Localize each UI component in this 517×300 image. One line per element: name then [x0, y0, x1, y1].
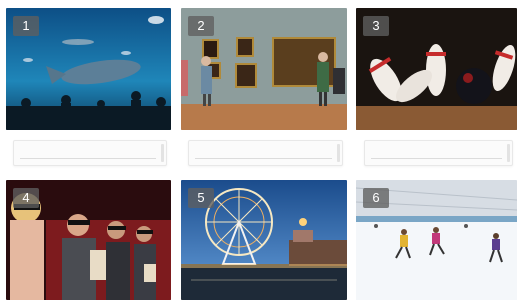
- answer-input-2[interactable]: [188, 140, 343, 166]
- picture-tile-6: 6: [356, 180, 517, 300]
- picture-tile-2: 2: [181, 8, 347, 130]
- answer-underline: [195, 158, 332, 159]
- answer-input-3[interactable]: [364, 140, 513, 166]
- tile-number-badge: 1: [13, 16, 39, 36]
- tile-number-badge: 5: [188, 188, 214, 208]
- picture-tile-4: 4: [6, 180, 171, 300]
- tile-number-badge: 3: [363, 16, 389, 36]
- tile-number-badge: 6: [363, 188, 389, 208]
- answer-end-cap: [507, 144, 510, 162]
- tile-number-badge: 2: [188, 16, 214, 36]
- picture-tile-3: 3: [356, 8, 517, 130]
- answer-underline: [371, 158, 502, 159]
- answer-end-cap: [161, 144, 164, 162]
- answer-underline: [20, 158, 156, 159]
- picture-tile-5: 5: [181, 180, 347, 300]
- answer-input-1[interactable]: [13, 140, 167, 166]
- answer-end-cap: [337, 144, 340, 162]
- picture-tile-1: 1: [6, 8, 171, 130]
- tile-number-badge: 4: [13, 188, 39, 208]
